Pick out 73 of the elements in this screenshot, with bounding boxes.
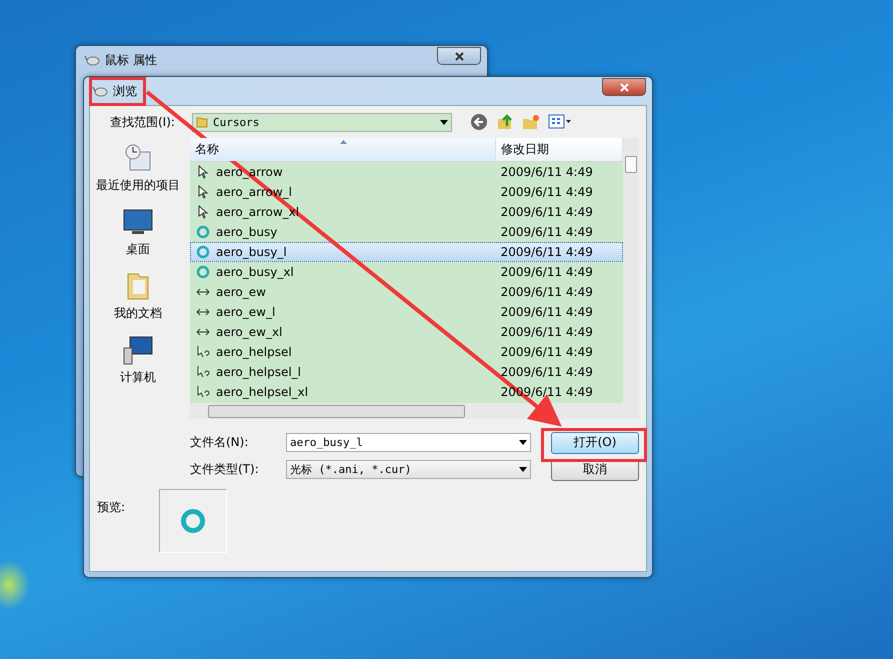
- file-type-dropdown[interactable]: 光标 (*.ani, *.cur): [286, 460, 531, 479]
- file-date: 2009/6/11 4:49: [500, 185, 594, 199]
- highlight-frame: [89, 77, 146, 106]
- leaf-drawing: [0, 560, 30, 610]
- mouse-icon: [84, 54, 100, 66]
- ring-icon: [196, 265, 210, 279]
- close-button[interactable]: [602, 78, 646, 96]
- file-name: aero_busy_l: [216, 245, 287, 259]
- file-name: aero_ew_l: [216, 305, 276, 319]
- file-date: 2009/6/11 4:49: [500, 265, 594, 279]
- look-in-dropdown[interactable]: Cursors: [192, 112, 452, 132]
- pointer-question-icon: [196, 385, 210, 399]
- file-type-label: 文件类型(T):: [190, 461, 260, 478]
- mouse-icon: [92, 85, 108, 97]
- close-icon: [620, 82, 628, 92]
- place-item[interactable]: 计算机: [120, 334, 156, 386]
- file-date: 2009/6/11 4:49: [500, 165, 594, 179]
- file-row[interactable]: aero_busy_l 2009/6/11 4:49: [190, 242, 623, 262]
- file-name: aero_ew_xl: [216, 325, 282, 339]
- close-button[interactable]: [437, 47, 481, 65]
- back-icon[interactable]: [470, 113, 488, 131]
- sort-arrow-icon: [340, 140, 347, 144]
- file-name: aero_busy_xl: [216, 265, 294, 279]
- dropdown-arrow-icon: [440, 120, 448, 124]
- ring-icon: [180, 508, 206, 534]
- file-name: aero_helpsel_l: [216, 365, 301, 379]
- file-row[interactable]: aero_busy 2009/6/11 4:49: [190, 222, 623, 242]
- file-row[interactable]: aero_helpsel 2009/6/11 4:49: [190, 342, 623, 362]
- pointer-question-icon: [196, 345, 210, 359]
- file-date: 2009/6/11 4:49: [500, 305, 594, 319]
- column-header[interactable]: 名称: [190, 138, 496, 161]
- file-row[interactable]: aero_ew_l 2009/6/11 4:49: [190, 302, 623, 322]
- new-folder-icon[interactable]: [522, 113, 540, 131]
- file-row[interactable]: aero_ew 2009/6/11 4:49: [190, 282, 623, 302]
- dropdown-arrow-icon: [519, 467, 527, 472]
- file-row[interactable]: aero_ew_xl 2009/6/11 4:49: [190, 322, 623, 342]
- computer-icon: [122, 334, 154, 366]
- vertical-scrollbar[interactable]: [623, 138, 639, 403]
- pointer-icon: [196, 165, 210, 179]
- file-name-field[interactable]: aero_busy_l: [286, 433, 531, 452]
- pointer-icon: [196, 205, 210, 219]
- file-date: 2009/6/11 4:49: [500, 205, 594, 219]
- close-icon: [454, 52, 464, 60]
- view-menu-icon[interactable]: [548, 113, 572, 131]
- up-folder-icon[interactable]: [496, 113, 514, 131]
- place-item[interactable]: 我的文档: [114, 270, 162, 322]
- dropdown-arrow-icon: [519, 440, 527, 445]
- file-name: aero_helpsel_xl: [216, 385, 308, 399]
- file-date: 2009/6/11 4:49: [500, 285, 594, 299]
- file-name: aero_busy: [216, 225, 278, 239]
- window-title: 鼠标 属性: [105, 52, 157, 68]
- horizontal-scrollbar[interactable]: [190, 403, 639, 419]
- ring-icon: [196, 225, 210, 239]
- file-name-label: 文件名(N):: [190, 434, 250, 451]
- file-date: 2009/6/11 4:49: [500, 245, 594, 259]
- file-date: 2009/6/11 4:49: [500, 345, 594, 359]
- ring-icon: [196, 245, 210, 259]
- open-button[interactable]: 打开(O): [551, 432, 639, 454]
- look-in-label: 查找范围(I):: [110, 114, 176, 130]
- folder-icon: [196, 116, 208, 128]
- file-name: aero_helpsel: [216, 345, 292, 359]
- place-item[interactable]: 最近使用的项目: [96, 142, 180, 194]
- file-date: 2009/6/11 4:49: [500, 365, 594, 379]
- file-name: aero_ew: [216, 285, 266, 299]
- file-row[interactable]: aero_busy_xl 2009/6/11 4:49: [190, 262, 623, 282]
- pointer-icon: [196, 185, 210, 199]
- file-date: 2009/6/11 4:49: [500, 225, 594, 239]
- preview-label: 预览:: [97, 499, 126, 516]
- place-item[interactable]: 桌面: [122, 206, 154, 258]
- file-row[interactable]: aero_helpsel_l 2009/6/11 4:49: [190, 362, 623, 382]
- pointer-question-icon: [196, 365, 210, 379]
- file-date: 2009/6/11 4:49: [500, 325, 594, 339]
- window-title: 浏览: [113, 82, 137, 100]
